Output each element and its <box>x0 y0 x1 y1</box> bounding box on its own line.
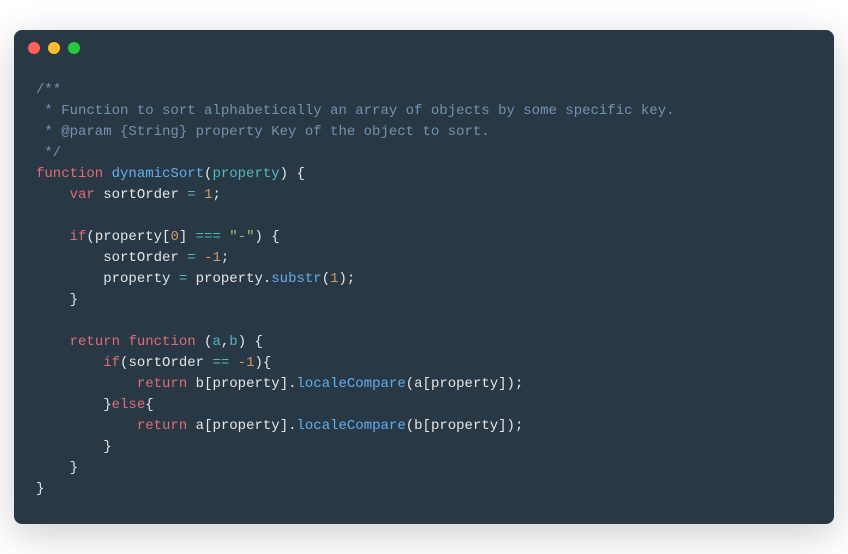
code-line: function dynamicSort(property) { <box>36 164 812 185</box>
code-line: var sortOrder = 1; <box>36 185 812 206</box>
code-line: if(sortOrder == -1){ <box>36 353 812 374</box>
comment: * Function to sort alphabetically an arr… <box>36 103 675 119</box>
code-line: }else{ <box>36 395 812 416</box>
code-line: /** <box>36 80 812 101</box>
code-line: return function (a,b) { <box>36 332 812 353</box>
code-line <box>36 311 812 332</box>
code-line: * @param {String} property Key of the ob… <box>36 122 812 143</box>
code-window: /** * Function to sort alphabetically an… <box>14 30 834 524</box>
code-line: return a[property].localeCompare(b[prope… <box>36 416 812 437</box>
code-line: if(property[0] === "-") { <box>36 227 812 248</box>
code-line: } <box>36 437 812 458</box>
code-line: property = property.substr(1); <box>36 269 812 290</box>
comment: /** <box>36 82 61 98</box>
code-editor[interactable]: /** * Function to sort alphabetically an… <box>14 66 834 524</box>
comment: */ <box>36 145 61 161</box>
minimize-icon[interactable] <box>48 42 60 54</box>
code-line: } <box>36 479 812 500</box>
code-line: sortOrder = -1; <box>36 248 812 269</box>
maximize-icon[interactable] <box>68 42 80 54</box>
code-line: * Function to sort alphabetically an arr… <box>36 101 812 122</box>
code-line: */ <box>36 143 812 164</box>
code-line: return b[property].localeCompare(a[prope… <box>36 374 812 395</box>
code-line: } <box>36 458 812 479</box>
close-icon[interactable] <box>28 42 40 54</box>
comment: * @param {String} property Key of the ob… <box>36 124 490 140</box>
titlebar <box>14 30 834 66</box>
code-line <box>36 206 812 227</box>
code-line: } <box>36 290 812 311</box>
